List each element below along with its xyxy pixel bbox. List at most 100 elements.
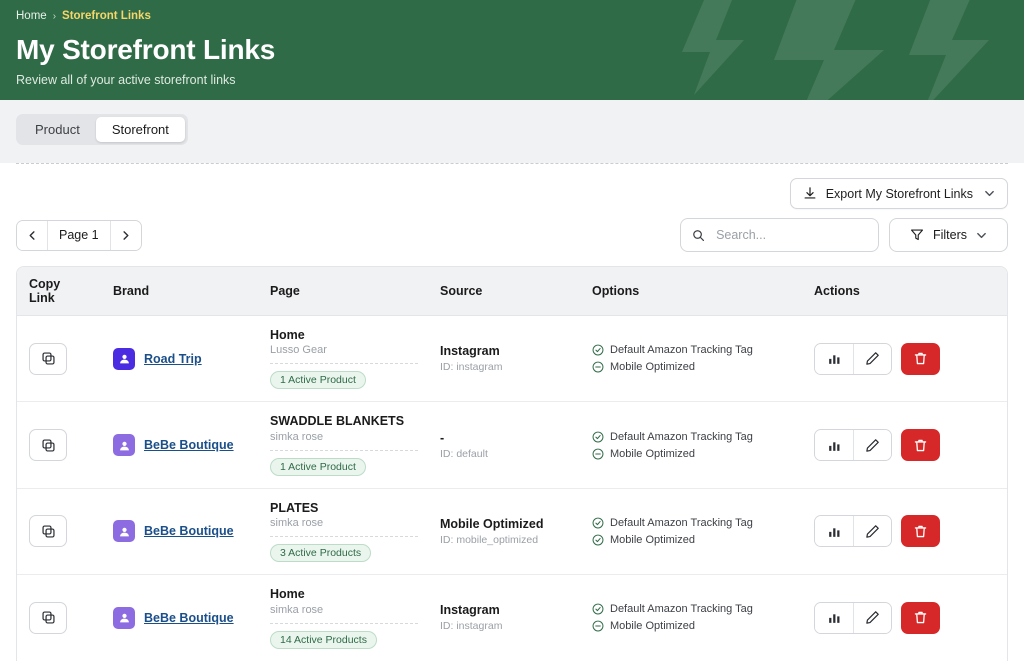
page-divider (270, 536, 418, 538)
delete-link-button[interactable] (901, 342, 940, 375)
pagination-next-button[interactable] (110, 220, 141, 250)
view-stats-button[interactable] (815, 430, 853, 461)
option-row: Mobile Optimized (592, 620, 790, 632)
cell-brand: BeBe Boutique (101, 488, 258, 576)
bar-chart-icon (828, 614, 839, 624)
source-name: Mobile Optimized (440, 516, 544, 531)
breadcrumb-home[interactable]: Home (16, 10, 47, 22)
table-row: BeBe Boutique SWADDLE BLANKETS simka rose 1… (17, 401, 1007, 489)
edit-link-button[interactable] (853, 430, 891, 461)
brand-link[interactable]: BeBe Boutique (144, 524, 234, 538)
copy-link-button[interactable] (29, 601, 67, 634)
cell-brand: BeBe Boutique (101, 575, 258, 661)
cell-options: Default Amazon Tracking Tag Mobile Optimi… (580, 401, 802, 489)
download-icon (804, 186, 816, 199)
copy-link-button[interactable] (29, 429, 67, 462)
option-label: Mobile Optimized (610, 361, 695, 374)
controls-row: Page 1 Filters (0, 209, 1024, 252)
option-row: Default Amazon Tracking Tag (592, 517, 790, 529)
option-row: Default Amazon Tracking Tag (592, 431, 790, 443)
column-header-brand: Brand (101, 267, 258, 316)
storefront-logo-icon (119, 614, 129, 623)
action-button-group (814, 429, 892, 462)
storefront-logo-icon (119, 441, 129, 450)
view-stats-button[interactable] (815, 602, 853, 633)
view-stats-button[interactable] (815, 343, 853, 374)
cell-page: SWADDLE BLANKETS simka rose 1 Active Produ… (258, 401, 428, 489)
chevron-down-icon (977, 232, 986, 238)
storefront-links-table: Copy Link Brand Page Source Options Acti… (16, 266, 1008, 661)
cell-page: Home simka rose 14 Active Products (258, 575, 428, 661)
chevron-left-icon (29, 230, 35, 240)
brand-link[interactable]: Road Trip (144, 352, 202, 366)
minus-circle-icon (592, 448, 604, 459)
edit-link-button[interactable] (853, 516, 891, 547)
active-products-badge: 3 Active Products (270, 544, 372, 563)
page-brand-name: simka rose (270, 517, 324, 530)
option-row: Default Amazon Tracking Tag (592, 603, 790, 615)
cell-page: PLATES simka rose 3 Active Products (258, 488, 428, 576)
breadcrumb-current[interactable]: Storefront Links (62, 10, 151, 22)
page-name: Home (270, 328, 305, 342)
page-name: Home (270, 587, 305, 602)
pencil-icon (866, 611, 879, 625)
copy-icon (41, 611, 55, 624)
column-header-page: Page (258, 267, 428, 316)
page-title: My Storefront Links (16, 34, 276, 65)
copy-link-button[interactable] (29, 342, 67, 375)
check-circle-icon (592, 534, 604, 546)
brand-logo (113, 606, 135, 629)
search-input[interactable] (714, 227, 867, 243)
copy-icon (41, 525, 55, 538)
brand-logo (113, 347, 135, 370)
page-header: Home › Storefront Links My Storefront Li… (0, 0, 1024, 100)
chevron-right-icon (123, 230, 129, 240)
delete-link-button[interactable] (901, 601, 940, 634)
cell-options: Default Amazon Tracking Tag Mobile Optimi… (580, 575, 802, 661)
cell-copy-link (17, 401, 101, 489)
action-button-group (814, 601, 892, 634)
breadcrumb: Home › Storefront Links (16, 8, 1008, 24)
page-divider (270, 449, 418, 451)
active-products-badge: 1 Active Product (270, 371, 366, 390)
brand-link[interactable]: BeBe Boutique (144, 611, 234, 625)
page-divider (270, 622, 418, 624)
copy-icon (41, 439, 55, 452)
page-name: SWADDLE BLANKETS (270, 414, 405, 429)
trash-icon (914, 439, 927, 451)
pagination-label: Page 1 (47, 220, 111, 250)
option-label: Mobile Optimized (610, 620, 695, 633)
option-label: Default Amazon Tracking Tag (610, 603, 753, 616)
copy-link-button[interactable] (29, 515, 67, 548)
delete-link-button[interactable] (901, 515, 940, 548)
trash-icon (914, 612, 927, 624)
table-header-row: Copy Link Brand Page Source Options Acti… (17, 267, 1007, 316)
delete-link-button[interactable] (901, 429, 940, 462)
trash-icon (914, 352, 927, 365)
page-brand-name: simka rose (270, 603, 324, 616)
source-name: - (440, 430, 445, 445)
tab-product[interactable]: Product (19, 117, 96, 142)
tab-storefront[interactable]: Storefront (95, 117, 185, 142)
view-stats-button[interactable] (815, 516, 853, 547)
brand-link[interactable]: BeBe Boutique (144, 438, 234, 452)
cell-source: Instagram ID: instagram (428, 575, 580, 661)
pagination-prev-button[interactable] (17, 220, 47, 250)
segmented-control: Product Storefront (16, 114, 188, 145)
copy-icon (41, 352, 55, 365)
search-and-filters: Filters (680, 218, 1008, 252)
option-row: Default Amazon Tracking Tag (592, 344, 790, 356)
pagination: Page 1 (16, 219, 142, 251)
chevron-down-icon (985, 190, 994, 197)
edit-link-button[interactable] (853, 602, 891, 633)
tab-strip: Product Storefront (0, 100, 1024, 163)
filters-button[interactable]: Filters (889, 218, 1008, 252)
page-brand-name: Lusso Gear (270, 344, 327, 357)
option-row: Mobile Optimized (592, 534, 790, 546)
cell-brand: Road Trip (101, 315, 258, 403)
edit-link-button[interactable] (853, 343, 891, 374)
search-box[interactable] (680, 218, 879, 252)
check-circle-icon (592, 431, 604, 442)
storefront-logo-icon (119, 354, 129, 364)
export-storefront-links-button[interactable]: Export My Storefront Links (789, 178, 1008, 209)
